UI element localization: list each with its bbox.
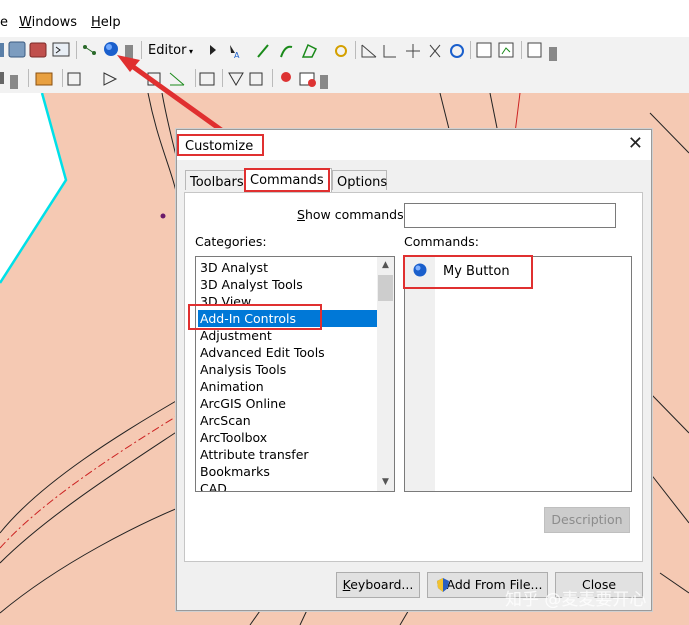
- keyboard-button[interactable]: Keyboard...: [336, 572, 420, 598]
- tab-options[interactable]: Options: [332, 170, 387, 190]
- commands-label: Commands:: [404, 234, 479, 249]
- commands-list[interactable]: My Button: [404, 256, 632, 492]
- commands-icon-gutter: [405, 257, 435, 491]
- scroll-down-icon[interactable]: ▼: [377, 474, 394, 491]
- show-commands-label: Show commands: [297, 207, 404, 222]
- list-item[interactable]: CAD: [200, 480, 227, 491]
- highlight-commands-tab: [244, 168, 330, 192]
- scroll-up-icon[interactable]: ▲: [377, 257, 394, 274]
- shield-icon: [437, 578, 449, 592]
- list-item[interactable]: 3D Analyst Tools: [200, 276, 303, 293]
- scroll-thumb[interactable]: [378, 275, 393, 301]
- list-item[interactable]: ArcScan: [200, 412, 251, 429]
- categories-list[interactable]: 3D Analyst 3D Analyst Tools 3D View Add-…: [195, 256, 395, 492]
- commands-panel: Show commands Categories: Commands: 3D A…: [184, 192, 643, 562]
- highlight-title: [177, 134, 264, 156]
- tab-toolbars[interactable]: Toolbars: [185, 170, 246, 190]
- list-item[interactable]: Animation: [200, 378, 264, 395]
- highlight-my-button: [403, 255, 533, 289]
- watermark: 知乎 @麦麦要开心: [505, 590, 647, 610]
- customize-dialog: Customize ✕ Toolbars Commands Options Sh…: [176, 129, 652, 611]
- categories-scrollbar[interactable]: ▲ ▼: [377, 257, 394, 491]
- list-item[interactable]: ArcToolbox: [200, 429, 267, 446]
- close-icon[interactable]: ✕: [628, 135, 643, 153]
- list-item[interactable]: Analysis Tools: [200, 361, 286, 378]
- list-item[interactable]: 3D Analyst: [200, 259, 268, 276]
- list-item[interactable]: ArcGIS Online: [200, 395, 286, 412]
- list-item[interactable]: Bookmarks: [200, 463, 270, 480]
- categories-label: Categories:: [195, 234, 267, 249]
- show-commands-input[interactable]: [404, 203, 616, 228]
- highlight-add-in-controls: [188, 304, 322, 330]
- description-button[interactable]: Description: [544, 507, 630, 533]
- list-item[interactable]: Advanced Edit Tools: [200, 344, 325, 361]
- list-item[interactable]: Attribute transfer: [200, 446, 309, 463]
